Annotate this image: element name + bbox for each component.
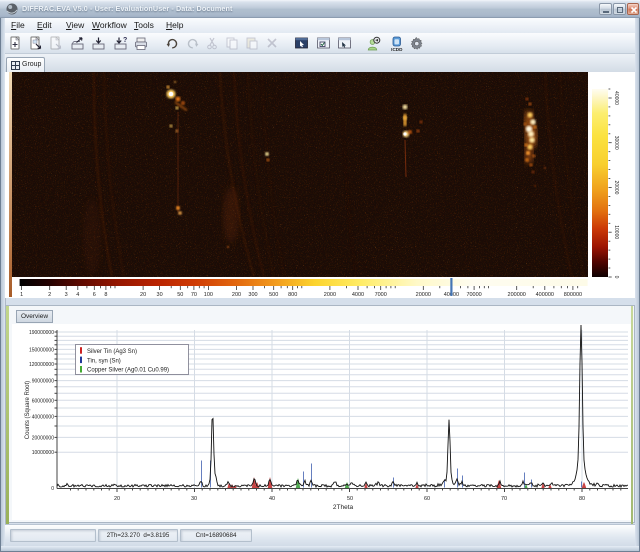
svg-text:800000: 800000 [564,292,582,298]
svg-text:8: 8 [104,292,107,298]
svg-text:50: 50 [177,292,183,298]
svg-text:6: 6 [93,292,96,298]
svg-text:Silver Tin (Ag3 Sn): Silver Tin (Ag3 Sn) [87,349,137,355]
svg-text:?: ? [123,37,127,44]
svg-text:ICDD: ICDD [391,47,403,52]
svg-text:20: 20 [114,496,120,502]
svg-text:800: 800 [288,292,297,298]
svg-text:4000: 4000 [352,292,364,298]
svg-text:60000000: 60000000 [32,398,54,404]
svg-text:200: 200 [232,292,241,298]
svg-text:40: 40 [269,496,275,502]
svg-text:150000000: 150000000 [29,347,54,353]
svg-text:Tin, syn (Sn): Tin, syn (Sn) [87,358,121,364]
svg-text:50: 50 [347,496,353,502]
svg-text:2: 2 [48,292,51,298]
svg-text:2000: 2000 [324,292,336,298]
svg-text:80: 80 [579,496,585,502]
svg-text:30000: 30000 [613,136,619,150]
svg-text:30: 30 [191,496,197,502]
svg-text:7000: 7000 [375,292,387,298]
svg-text:70: 70 [191,292,197,298]
svg-text:10000: 10000 [613,225,619,239]
svg-text:500: 500 [269,292,278,298]
svg-text:300: 300 [248,292,257,298]
svg-text:Copper Silver (Ag0.01 Cu0.99): Copper Silver (Ag0.01 Cu0.99) [87,368,169,374]
svg-text:400000: 400000 [536,292,554,298]
svg-text:100: 100 [204,292,213,298]
svg-text:4: 4 [76,292,79,298]
svg-text:20: 20 [140,292,146,298]
svg-text:1: 1 [20,292,23,298]
svg-text:90000000: 90000000 [32,379,54,385]
svg-text:190000000: 190000000 [29,330,54,336]
svg-text:70: 70 [501,496,507,502]
svg-text:20000: 20000 [613,181,619,195]
svg-text:120000000: 120000000 [29,362,54,368]
svg-text:2Theta: 2Theta [333,504,354,511]
svg-text:Counts (Square Root): Counts (Square Root) [25,381,31,439]
svg-text:10000000: 10000000 [32,450,54,456]
svg-text:20000: 20000 [416,292,431,298]
svg-text:200000: 200000 [508,292,526,298]
svg-text:40000: 40000 [613,91,619,105]
svg-text:70000: 70000 [466,292,481,298]
svg-text:60: 60 [424,496,430,502]
svg-text:20000000: 20000000 [32,435,54,441]
svg-text:40000000: 40000000 [32,414,54,420]
svg-text:0: 0 [51,486,54,492]
svg-text:3: 3 [65,292,68,298]
svg-text:0: 0 [613,276,619,279]
svg-text:30: 30 [157,292,163,298]
